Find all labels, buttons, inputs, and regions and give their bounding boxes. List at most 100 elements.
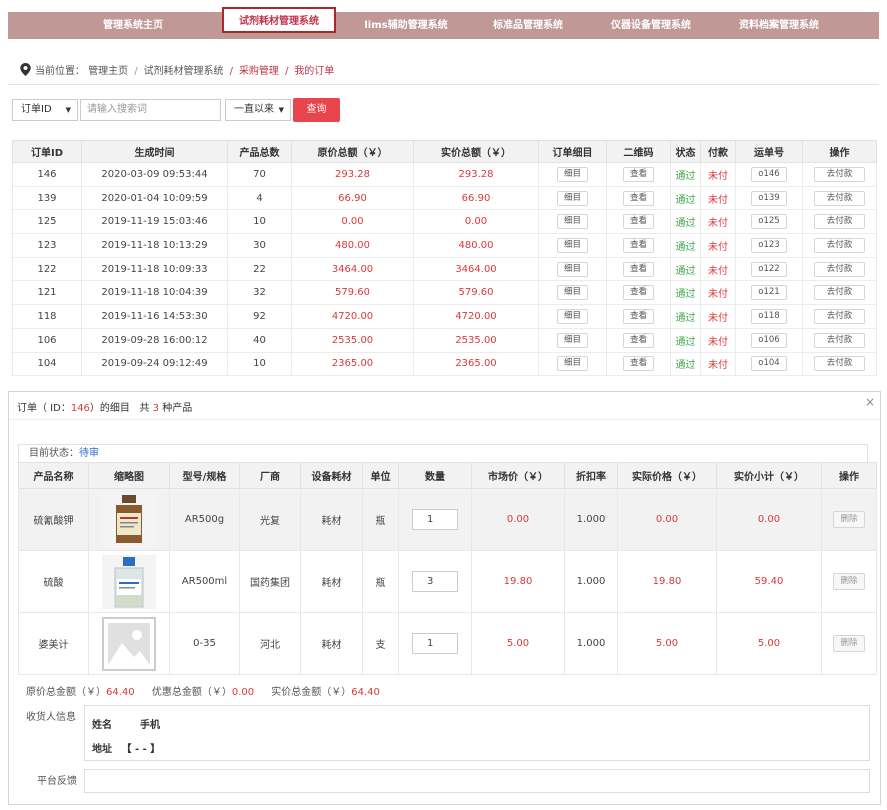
order-real-total: 480.00 bbox=[413, 233, 539, 258]
waybill-number[interactable]: o146 bbox=[751, 166, 787, 182]
quantity-input[interactable]: 1 bbox=[412, 509, 458, 530]
tab-standards-system[interactable]: 标准品管理系统 bbox=[474, 12, 582, 39]
waybill-number[interactable]: o139 bbox=[751, 190, 787, 206]
order-status: 通过 bbox=[670, 304, 701, 329]
qrcode-view-button[interactable]: 查看 bbox=[622, 308, 654, 324]
pay-button[interactable]: 去付款 bbox=[813, 308, 866, 324]
order-count: 70 bbox=[227, 162, 292, 187]
tab-admin-home[interactable]: 管理系统主页 bbox=[78, 12, 188, 39]
quantity-input[interactable]: 3 bbox=[412, 571, 458, 592]
pay-button[interactable]: 去付款 bbox=[813, 214, 866, 230]
order-orig-total: 0.00 bbox=[291, 209, 414, 235]
total-real: 64.40 bbox=[351, 687, 380, 698]
tab-reagent-system[interactable]: 试剂耗材管理系统 bbox=[222, 7, 336, 33]
items-col-header: 市场价（￥） bbox=[471, 462, 565, 489]
orders-col-header: 操作 bbox=[802, 140, 877, 163]
order-orig-total: 4720.00 bbox=[291, 304, 414, 329]
qrcode-view-button[interactable]: 查看 bbox=[622, 190, 654, 206]
pay-button[interactable]: 去付款 bbox=[813, 237, 866, 253]
location-pin-icon bbox=[20, 63, 31, 79]
pay-button[interactable]: 去付款 bbox=[813, 332, 866, 348]
detail-button[interactable]: 细目 bbox=[556, 214, 588, 230]
modal-title: 订单（ ID：146）的细目 共 3 种产品 bbox=[17, 403, 193, 414]
table-row: 121 2019-11-18 10:04:39 32 579.60 579.60 细目 查看… bbox=[12, 280, 877, 306]
orders-table: 订单ID 生成时间 产品总数 原价总额（￥） 实价总额（￥） 订单细目 二维码 状态 付款 运单号… bbox=[12, 140, 877, 377]
order-time: 2019-11-18 10:09:33 bbox=[81, 256, 228, 282]
search-field-select[interactable]: 订单ID ▼ bbox=[12, 99, 78, 121]
detail-button[interactable]: 细目 bbox=[556, 237, 588, 253]
search-button[interactable]: 查询 bbox=[293, 98, 340, 122]
actual-price: 0.00 bbox=[617, 488, 717, 551]
order-real-total: 293.28 bbox=[413, 162, 539, 187]
tab-lims-system[interactable]: lims辅助管理系统 bbox=[352, 12, 460, 39]
product-name: 硫氰酸钾 bbox=[18, 488, 89, 551]
total-discount: 0.00 bbox=[231, 687, 255, 698]
breadcrumb-item-reagent[interactable]: 试剂耗材管理系统 bbox=[144, 66, 224, 77]
pay-button[interactable]: 去付款 bbox=[813, 285, 866, 301]
waybill-number[interactable]: o125 bbox=[751, 214, 787, 230]
order-count: 32 bbox=[227, 280, 292, 306]
detail-button[interactable]: 细目 bbox=[556, 332, 588, 348]
receiver-address-value: 【 - - 】 bbox=[121, 744, 161, 755]
orders-col-header: 实价总额（￥） bbox=[413, 140, 539, 163]
qrcode-view-button[interactable]: 查看 bbox=[622, 214, 654, 230]
order-time: 2020-01-04 10:09:59 bbox=[81, 185, 228, 211]
order-count: 10 bbox=[227, 209, 292, 235]
detail-button[interactable]: 细目 bbox=[556, 308, 588, 324]
tab-instrument-system[interactable]: 仪器设备管理系统 bbox=[596, 12, 706, 39]
detail-button[interactable]: 细目 bbox=[556, 166, 588, 182]
detail-button[interactable]: 细目 bbox=[556, 285, 588, 301]
detail-button[interactable]: 细目 bbox=[556, 261, 588, 277]
modal-order-id: 146 bbox=[70, 403, 90, 414]
tab-archive-system[interactable]: 资料档案管理系统 bbox=[724, 12, 834, 39]
orders-header-row: 订单ID 生成时间 产品总数 原价总额（￥） 实价总额（￥） 订单细目 二维码 状态 付款 运单号… bbox=[12, 140, 877, 163]
delete-button[interactable]: 删除 bbox=[833, 635, 865, 652]
waybill-number[interactable]: o118 bbox=[751, 308, 787, 324]
order-real-total: 0.00 bbox=[413, 209, 539, 235]
order-time: 2019-09-24 09:12:49 bbox=[81, 351, 228, 377]
search-input[interactable]: 请输入搜索词 bbox=[80, 99, 221, 121]
order-id: 123 bbox=[12, 233, 82, 258]
qrcode-view-button[interactable]: 查看 bbox=[622, 166, 654, 182]
qrcode-view-button[interactable]: 查看 bbox=[622, 237, 654, 253]
qrcode-view-button[interactable]: 查看 bbox=[622, 261, 654, 277]
pay-button[interactable]: 去付款 bbox=[813, 190, 866, 206]
table-row: 婆美计 0-35 河北 耗材支 1 5.00 1.000 5.00 5.00 删除 bbox=[18, 612, 877, 675]
orders-col-header: 生成时间 bbox=[81, 140, 228, 163]
detail-button[interactable]: 细目 bbox=[556, 356, 588, 372]
product-kind: 耗材 bbox=[300, 612, 363, 675]
waybill-number[interactable]: o121 bbox=[751, 285, 787, 301]
qrcode-view-button[interactable]: 查看 bbox=[622, 285, 654, 301]
delete-button[interactable]: 删除 bbox=[833, 511, 865, 528]
time-range-select[interactable]: 一直以来 ▼ bbox=[225, 99, 291, 121]
table-row: 104 2019-09-24 09:12:49 10 2365.00 2365.00 细目… bbox=[12, 351, 877, 377]
breadcrumb-item-purchase[interactable]: 采购管理 bbox=[239, 66, 279, 77]
qrcode-view-button[interactable]: 查看 bbox=[622, 332, 654, 348]
table-row: 125 2019-11-19 15:03:46 10 0.00 0.00 细目 查看 通过 未付… bbox=[12, 209, 877, 235]
pay-button[interactable]: 去付款 bbox=[813, 356, 866, 372]
waybill-number[interactable]: o122 bbox=[751, 261, 787, 277]
table-row: 硫酸 AR500ml 国药集团 耗材瓶 3 19.80 1.000 19.80 59.40 删除 bbox=[18, 550, 877, 613]
order-id: 146 bbox=[12, 162, 82, 187]
pay-button[interactable]: 去付款 bbox=[813, 166, 866, 182]
qrcode-view-button[interactable]: 查看 bbox=[622, 356, 654, 372]
items-col-header: 设备耗材 bbox=[300, 462, 363, 489]
items-col-header: 实际价格（￥） bbox=[617, 462, 717, 489]
quantity-input[interactable]: 1 bbox=[412, 633, 458, 654]
delete-button[interactable]: 删除 bbox=[833, 573, 865, 590]
order-status: 通过 bbox=[670, 162, 701, 187]
payment-status: 未付 bbox=[700, 209, 736, 235]
feedback-field[interactable] bbox=[84, 769, 870, 793]
chevron-down-icon: ▼ bbox=[278, 106, 284, 114]
breadcrumb-item-home[interactable]: 管理主页 bbox=[88, 66, 128, 77]
order-real-total: 579.60 bbox=[413, 280, 539, 306]
close-icon[interactable]: × bbox=[865, 395, 875, 409]
order-id: 104 bbox=[12, 351, 82, 377]
pay-button[interactable]: 去付款 bbox=[813, 261, 866, 277]
waybill-number[interactable]: o104 bbox=[751, 356, 787, 372]
orders-col-header: 订单ID bbox=[12, 140, 82, 163]
detail-button[interactable]: 细目 bbox=[556, 190, 588, 206]
items-col-header: 折扣率 bbox=[564, 462, 618, 489]
waybill-number[interactable]: o106 bbox=[751, 332, 787, 348]
waybill-number[interactable]: o123 bbox=[751, 237, 787, 253]
